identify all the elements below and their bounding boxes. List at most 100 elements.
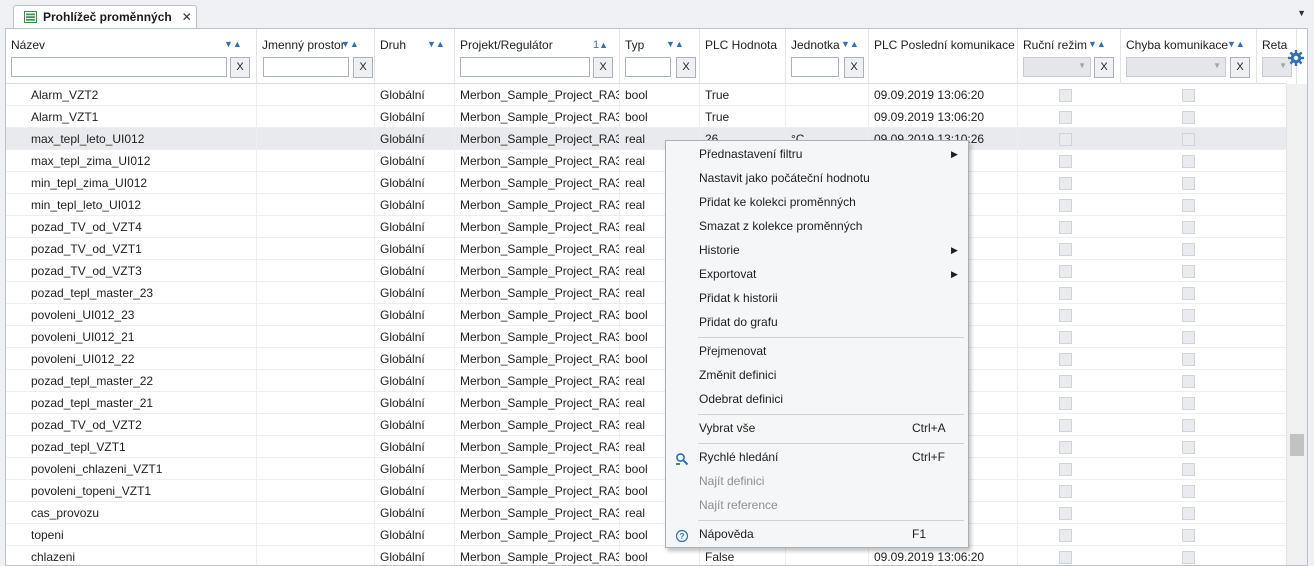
view-menu-chevron-icon[interactable]: ▼ xyxy=(1297,8,1306,18)
menu-item-history[interactable]: Historie ▶ xyxy=(668,238,966,262)
manual-mode-checkbox[interactable] xyxy=(1059,331,1072,344)
comm-error-checkbox[interactable] xyxy=(1182,221,1195,234)
clear-filter-button[interactable]: X xyxy=(676,57,696,78)
comm-error-checkbox[interactable] xyxy=(1182,243,1195,256)
comm-error-checkbox[interactable] xyxy=(1182,177,1195,190)
table-row[interactable]: min_tepl_zima_UI012 Globální Merbon_Sample… xyxy=(6,172,1286,194)
sort-arrows-icon[interactable]: ▼▲ xyxy=(1227,39,1245,49)
table-row[interactable]: pozad_tepl_master_22 Globální Merbon_Sampl… xyxy=(6,370,1286,392)
scrollbar-thumb[interactable] xyxy=(1290,434,1304,456)
column-header-chyba[interactable]: Chyba komunikace ▼▲ ▼ X xyxy=(1121,29,1257,84)
comm-error-checkbox[interactable] xyxy=(1182,485,1195,498)
menu-item-set-initial-value[interactable]: Nastavit jako počáteční hodnotu xyxy=(668,166,966,190)
filter-select-chyba[interactable]: ▼ xyxy=(1126,57,1226,77)
menu-item-add-to-graph[interactable]: Přidat do grafu xyxy=(668,310,966,334)
comm-error-checkbox[interactable] xyxy=(1182,287,1195,300)
table-row[interactable]: povoleni_UI012_23 Globální Merbon_Sample_P… xyxy=(6,304,1286,326)
table-row[interactable]: povoleni_topeni_VZT1 Globální Merbon_Sampl… xyxy=(6,480,1286,502)
clear-filter-button[interactable]: X xyxy=(844,57,864,78)
manual-mode-checkbox[interactable] xyxy=(1059,133,1072,146)
manual-mode-checkbox[interactable] xyxy=(1059,243,1072,256)
table-row[interactable]: povoleni_UI012_22 Globální Merbon_Sample_P… xyxy=(6,348,1286,370)
manual-mode-checkbox[interactable] xyxy=(1059,89,1072,102)
clear-filter-button[interactable]: X xyxy=(1230,57,1250,78)
menu-item-add-to-collection[interactable]: Přidat ke kolekci proměnných xyxy=(668,190,966,214)
manual-mode-checkbox[interactable] xyxy=(1059,485,1072,498)
comm-error-checkbox[interactable] xyxy=(1182,551,1195,564)
comm-error-checkbox[interactable] xyxy=(1182,331,1195,344)
comm-error-checkbox[interactable] xyxy=(1182,419,1195,432)
sort-arrows-icon[interactable]: ▼▲ xyxy=(841,39,859,49)
sort-arrows-icon[interactable]: ▼▲ xyxy=(666,39,684,49)
table-row[interactable]: Alarm_VZT1 Globální Merbon_Sample_Project_… xyxy=(6,106,1286,128)
manual-mode-checkbox[interactable] xyxy=(1059,397,1072,410)
comm-error-checkbox[interactable] xyxy=(1182,133,1195,146)
filter-input-nazev[interactable] xyxy=(11,57,227,77)
comm-error-checkbox[interactable] xyxy=(1182,111,1195,124)
manual-mode-checkbox[interactable] xyxy=(1059,551,1072,564)
table-row[interactable]: max_tepl_leto_UI012 Globální Merbon_Sample… xyxy=(6,128,1286,150)
menu-item-rename[interactable]: Přejmenovat xyxy=(668,339,966,363)
menu-item-quick-search[interactable]: Rychlé hledání Ctrl+F xyxy=(668,445,966,469)
menu-item-remove-from-collection[interactable]: Smazat z kolekce proměnných xyxy=(668,214,966,238)
filter-input-jmenny[interactable] xyxy=(263,57,349,77)
sort-arrows-icon[interactable]: ▼▲ xyxy=(224,39,242,49)
sort-arrows-icon[interactable]: ▼▲ xyxy=(341,39,359,49)
table-row[interactable]: pozad_TV_od_VZT3 Globální Merbon_Sample_Pr… xyxy=(6,260,1286,282)
filter-select-rucni[interactable]: ▼ xyxy=(1023,57,1091,77)
menu-item-help[interactable]: ? Nápověda F1 xyxy=(668,522,966,546)
manual-mode-checkbox[interactable] xyxy=(1059,463,1072,476)
column-header-druh[interactable]: Druh ▼▲ xyxy=(375,29,455,84)
table-row[interactable]: max_tepl_zima_UI012 Globální Merbon_Sample… xyxy=(6,150,1286,172)
table-row[interactable]: pozad_TV_od_VZT2 Globální Merbon_Sample_Pr… xyxy=(6,414,1286,436)
menu-item-export[interactable]: Exportovat ▶ xyxy=(668,262,966,286)
table-row[interactable]: povoleni_chlazeni_VZT1 Globální Merbon_Sam… xyxy=(6,458,1286,480)
tab-variable-browser[interactable]: Prohlížeč proměnných ✕ xyxy=(13,5,197,28)
manual-mode-checkbox[interactable] xyxy=(1059,353,1072,366)
table-row[interactable]: topeni Globální Merbon_Sample_Project_RA3 b… xyxy=(6,524,1286,546)
column-header-projekt[interactable]: Projekt/Regulátor 1▲ X xyxy=(455,29,620,84)
table-row[interactable]: Alarm_VZT2 Globální Merbon_Sample_Project_… xyxy=(6,84,1286,106)
gear-icon[interactable] xyxy=(1287,49,1305,67)
manual-mode-checkbox[interactable] xyxy=(1059,441,1072,454)
manual-mode-checkbox[interactable] xyxy=(1059,419,1072,432)
filter-input-projekt[interactable] xyxy=(460,57,590,77)
menu-item-filter-preset[interactable]: Přednastavení filtru ▶ xyxy=(668,142,966,166)
vertical-scrollbar[interactable] xyxy=(1286,84,1307,565)
table-row[interactable]: min_tepl_leto_UI012 Globální Merbon_Sample… xyxy=(6,194,1286,216)
manual-mode-checkbox[interactable] xyxy=(1059,199,1072,212)
column-header-rucni[interactable]: Ruční režim ▼▲ ▼ X xyxy=(1018,29,1121,84)
comm-error-checkbox[interactable] xyxy=(1182,397,1195,410)
comm-error-checkbox[interactable] xyxy=(1182,199,1195,212)
manual-mode-checkbox[interactable] xyxy=(1059,221,1072,234)
column-header-komunikace[interactable]: PLC Poslední komunikace xyxy=(869,29,1018,84)
manual-mode-checkbox[interactable] xyxy=(1059,529,1072,542)
table-row[interactable]: povoleni_UI012_21 Globální Merbon_Sample_P… xyxy=(6,326,1286,348)
table-row[interactable]: cas_provozu Globální Merbon_Sample_Project… xyxy=(6,502,1286,524)
clear-filter-button[interactable]: X xyxy=(353,57,373,78)
clear-filter-button[interactable]: X xyxy=(593,57,613,78)
menu-item-remove-definition[interactable]: Odebrat definici xyxy=(668,387,966,411)
comm-error-checkbox[interactable] xyxy=(1182,463,1195,476)
manual-mode-checkbox[interactable] xyxy=(1059,177,1072,190)
manual-mode-checkbox[interactable] xyxy=(1059,265,1072,278)
filter-input-typ[interactable] xyxy=(625,57,671,77)
manual-mode-checkbox[interactable] xyxy=(1059,111,1072,124)
comm-error-checkbox[interactable] xyxy=(1182,155,1195,168)
comm-error-checkbox[interactable] xyxy=(1182,441,1195,454)
table-row[interactable]: pozad_TV_od_VZT4 Globální Merbon_Sample_Pr… xyxy=(6,216,1286,238)
table-row[interactable]: chlazeni Globální Merbon_Sample_Project_RA… xyxy=(6,546,1286,565)
column-header-jednotka[interactable]: Jednotka ▼▲ X xyxy=(786,29,869,84)
menu-item-change-definition[interactable]: Změnit definici xyxy=(668,363,966,387)
table-row[interactable]: pozad_tepl_master_23 Globální Merbon_Sampl… xyxy=(6,282,1286,304)
clear-filter-button[interactable]: X xyxy=(1094,57,1114,78)
close-icon[interactable]: ✕ xyxy=(182,10,192,24)
comm-error-checkbox[interactable] xyxy=(1182,309,1195,322)
column-header-jmenny[interactable]: Jmenný prostor ▼▲ X xyxy=(257,29,375,84)
sort-arrows-icon[interactable]: ▼▲ xyxy=(1088,39,1106,49)
sort-arrows-icon[interactable]: ▼▲ xyxy=(427,39,445,49)
manual-mode-checkbox[interactable] xyxy=(1059,375,1072,388)
comm-error-checkbox[interactable] xyxy=(1182,507,1195,520)
sort-arrows-icon[interactable]: 1▲ xyxy=(593,39,608,51)
manual-mode-checkbox[interactable] xyxy=(1059,309,1072,322)
